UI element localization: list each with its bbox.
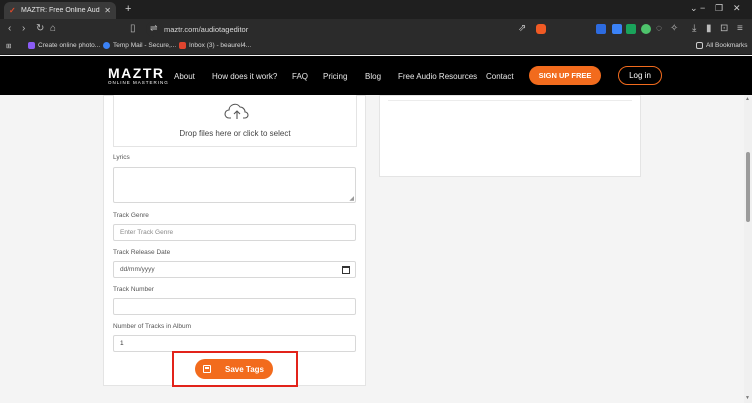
address-bar[interactable]: ⇌ maztr.com/audiotageditor [146,21,550,37]
save-tags-label: Save Tags [225,364,264,374]
genre-label: Track Genre [113,212,149,219]
resize-handle-icon[interactable]: ◢ [349,195,354,202]
share-icon[interactable]: ⇗ [518,23,526,34]
divider [388,100,632,101]
menu-icon[interactable]: ≡ [737,23,743,34]
browser-tab[interactable]: ✓ MAZTR: Free Online Audio Tag E ✕ [4,2,116,19]
tracks-in-album-value: 1 [120,340,124,347]
logo-text: MAZTR [108,65,165,81]
translate-extension-icon[interactable] [612,24,622,34]
tracks-in-album-input[interactable]: 1 [113,335,356,352]
bookmark-page-icon[interactable]: ▯ [130,23,136,34]
chat-extension-icon[interactable]: ◌ [656,23,662,34]
bookmark-item[interactable]: Temp Mail - Secure,... [103,42,176,49]
maximize-icon[interactable]: ❐ [715,3,723,14]
maztr-favicon-icon: ✓ [9,5,16,15]
maztr-logo[interactable]: MAZTR ONLINE MASTERING [108,66,169,86]
genre-placeholder: Enter Track Genre [120,229,174,236]
tag-preview-panel [379,95,641,177]
close-window-icon[interactable]: ✕ [733,3,741,14]
genre-input[interactable]: Enter Track Genre [113,224,356,241]
save-tags-button[interactable]: Save Tags [195,359,273,379]
home-icon[interactable]: ⌂ [50,23,56,34]
all-bookmarks[interactable]: All Bookmarks [696,42,748,49]
lyrics-textarea[interactable]: ◢ [113,167,356,203]
signup-button[interactable]: SIGN UP FREE [529,66,601,85]
logo-subtitle: ONLINE MASTERING [108,80,169,85]
reload-icon[interactable]: ↻ [36,23,44,34]
scrollbar-thumb[interactable] [746,152,750,222]
track-number-input[interactable] [113,298,356,315]
release-date-input[interactable]: dd/mm/yyyy [113,261,356,278]
tab-search-icon[interactable]: ⌄ [690,3,698,14]
nav-about[interactable]: About [174,72,195,81]
bookmark-item[interactable]: Create online photo... [28,42,100,49]
address-toolbar: ‹ › ↻ ⌂ ▯ ⇌ maztr.com/audiotageditor ⇗ ◌… [0,19,752,39]
release-date-placeholder: dd/mm/yyyy [120,266,155,273]
nav-pricing[interactable]: Pricing [323,72,347,81]
forward-icon[interactable]: › [22,23,25,34]
lyrics-label: Lyrics [113,154,130,161]
drop-zone-text: Drop files here or click to select [179,129,291,138]
site-header: MAZTR ONLINE MASTERING About How does it… [0,56,752,95]
file-drop-zone[interactable]: Drop files here or click to select [113,95,357,147]
back-icon[interactable]: ‹ [8,23,11,34]
close-tab-icon[interactable]: ✕ [104,6,111,15]
all-bookmarks-label: All Bookmarks [706,42,748,49]
bookmark-favicon-icon [28,42,35,49]
extension-icon[interactable] [596,24,606,34]
cloud-upload-icon [224,103,249,119]
page-scrollbar[interactable] [744,95,752,403]
scroll-up-icon[interactable]: ▲ [745,96,750,102]
scroll-down-icon[interactable]: ▼ [745,395,750,401]
download-icon[interactable]: ⤓ [692,23,696,34]
folder-icon [696,42,703,49]
browser-tab-bar: ✓ MAZTR: Free Online Audio Tag E ✕ + ⌄ −… [0,0,752,19]
bookmark-label: Inbox (3) - beaurel4... [189,42,252,49]
vpn-extension-icon[interactable] [626,24,636,34]
tab-title: MAZTR: Free Online Audio Tag E [21,7,100,14]
bookmark-label: Temp Mail - Secure,... [113,42,177,49]
puzzle-extensions-icon[interactable]: ✧ [670,23,678,34]
new-tab-icon[interactable]: + [125,3,131,15]
nav-blog[interactable]: Blog [365,72,381,81]
tracks-in-album-label: Number of Tracks in Album [113,323,192,330]
site-info-icon[interactable]: ⇌ [150,23,158,34]
sidebar-icon[interactable]: ▮ [706,23,712,34]
green-extension-icon[interactable] [641,24,651,34]
gmail-icon [179,42,186,49]
minimize-icon[interactable]: − [700,3,705,13]
wallet-icon[interactable]: ⊡ [720,23,728,34]
bookmark-label: Create online photo... [38,42,101,49]
track-number-label: Track Number [113,286,154,293]
bookmark-favicon-icon [103,42,110,49]
apps-grid-icon[interactable]: ⊞ [6,42,11,50]
nav-faq[interactable]: FAQ [292,72,308,81]
login-button[interactable]: Log in [618,66,662,85]
release-date-label: Track Release Date [113,249,171,256]
calendar-icon[interactable] [342,266,350,274]
brave-shield-icon[interactable] [536,24,546,34]
url-text: maztr.com/audiotageditor [164,25,249,34]
bookmark-item[interactable]: Inbox (3) - beaurel4... [179,42,251,49]
save-icon [203,365,211,373]
bookmarks-bar: ⊞ Create online photo... Temp Mail - Sec… [0,39,752,55]
nav-free-audio-resources[interactable]: Free Audio Resources [398,72,477,81]
nav-how-it-works[interactable]: How does it work? [212,72,277,81]
nav-contact[interactable]: Contact [486,72,514,81]
